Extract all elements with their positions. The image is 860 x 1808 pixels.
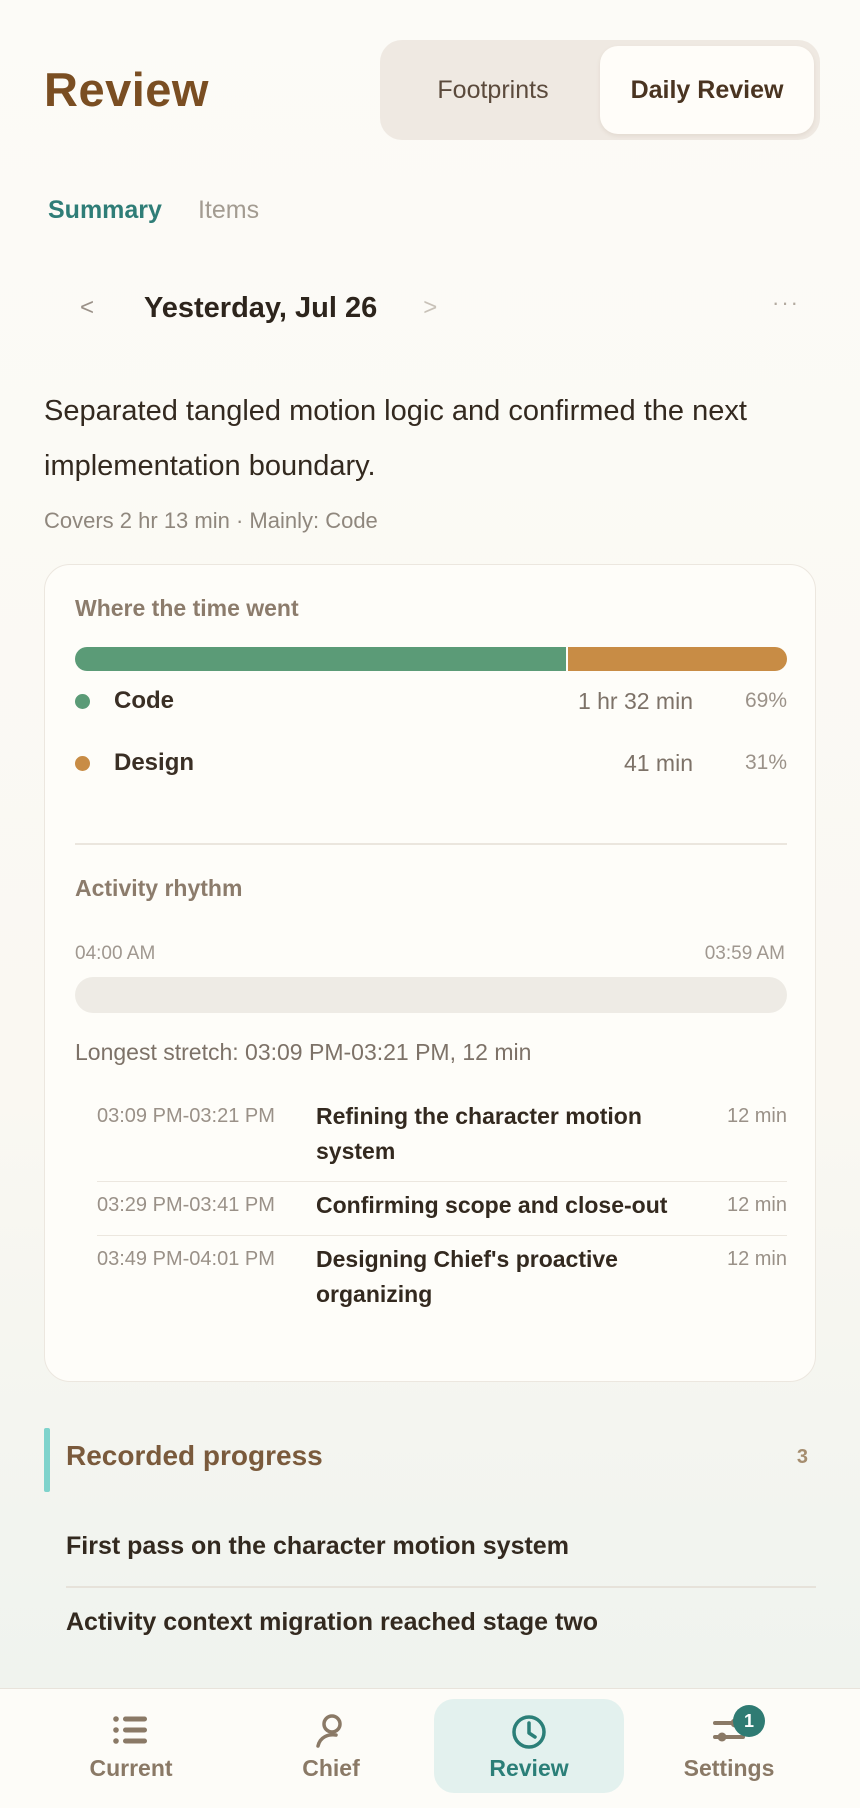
time-breakdown-card: Where the time went Code 1 hr 32 min 69%… [44, 564, 816, 1382]
subtabs: Summary Items [48, 196, 259, 225]
next-day-button[interactable]: > [423, 294, 453, 322]
session-time: 03:49 PM-04:01 PM [97, 1248, 275, 1270]
rhythm-end-time: 03:59 AM [704, 943, 785, 964]
progress-item[interactable]: Activity context migration reached stage… [66, 1608, 816, 1637]
nav-label: Chief [302, 1755, 360, 1781]
nav-label: Settings [683, 1755, 775, 1781]
header: Review Footprints Daily Review [44, 40, 820, 140]
session-time: 03:09 PM-03:21 PM [97, 1105, 275, 1127]
category-row-code: Code 1 hr 32 min 69% [75, 683, 787, 719]
more-options-icon[interactable]: ··· [772, 290, 800, 316]
time-distribution-bar [75, 647, 787, 671]
progress-count: 3 [796, 1446, 808, 1468]
time-card-heading: Where the time went [75, 595, 299, 621]
tab-summary[interactable]: Summary [48, 196, 162, 225]
category-name: Design [114, 749, 195, 776]
bar-segment-design [568, 647, 787, 671]
date-label: Yesterday, Jul 26 [144, 291, 378, 324]
nav-settings[interactable]: 1 Settings [634, 1699, 824, 1793]
category-name: Code [114, 687, 174, 714]
page-title: Review [44, 63, 209, 116]
nav-chief[interactable]: Chief [236, 1699, 426, 1793]
category-row-design: Design 41 min 31% [75, 745, 787, 781]
design-color-dot [75, 755, 90, 771]
session-row[interactable]: 03:29 PM-03:41 PM Confirming scope and c… [97, 1182, 787, 1236]
nav-label: Current [89, 1755, 173, 1781]
bottom-navigation: Current Chief Review 1 Settings [0, 1688, 860, 1808]
code-color-dot [75, 693, 90, 709]
tab-items[interactable]: Items [198, 196, 259, 225]
session-title: Confirming scope and close-out [316, 1192, 668, 1218]
session-duration: 12 min [726, 1194, 787, 1216]
category-duration: 1 hr 32 min [577, 687, 693, 714]
activity-rhythm-track [75, 977, 787, 1013]
bar-segment-code [75, 647, 567, 671]
date-navigator: < Yesterday, Jul 26 > ··· [80, 286, 800, 330]
rhythm-start-time: 04:00 AM [75, 943, 156, 964]
session-time: 03:29 PM-03:41 PM [97, 1194, 275, 1216]
list-icon [112, 1713, 150, 1751]
session-row[interactable]: 03:49 PM-04:01 PM Designing Chief's proa… [97, 1236, 787, 1324]
progress-heading: Recorded progress [66, 1440, 323, 1471]
progress-accent-bar [44, 1428, 50, 1492]
session-title: Designing Chief's proactive organizing [316, 1246, 618, 1307]
segment-footprints[interactable]: Footprints [386, 46, 600, 134]
longest-stretch: Longest stretch: 03:09 PM-03:21 PM, 12 m… [75, 1039, 532, 1065]
category-percent: 31% [744, 751, 787, 774]
session-title: Refining the character motion system [316, 1103, 642, 1164]
clock-icon [510, 1713, 548, 1751]
day-summary: Separated tangled motion logic and confi… [44, 395, 747, 482]
session-duration: 12 min [726, 1248, 787, 1270]
session-list: 03:09 PM-03:21 PM Refining the character… [97, 1093, 787, 1324]
nav-label: Review [489, 1755, 569, 1781]
card-divider [75, 843, 787, 845]
person-icon [314, 1713, 348, 1751]
previous-day-button[interactable]: < [80, 294, 110, 322]
progress-divider [66, 1586, 816, 1588]
rhythm-heading: Activity rhythm [75, 875, 243, 901]
session-duration: 12 min [726, 1105, 787, 1127]
notification-badge: 1 [733, 1705, 765, 1737]
progress-item[interactable]: First pass on the character motion syste… [66, 1532, 816, 1561]
session-row[interactable]: 03:09 PM-03:21 PM Refining the character… [97, 1093, 787, 1182]
covers-info: Covers 2 hr 13 min · Mainly: Code [44, 508, 378, 533]
segment-daily-review[interactable]: Daily Review [600, 46, 814, 134]
nav-review[interactable]: Review [434, 1699, 624, 1793]
category-duration: 41 min [623, 749, 693, 776]
category-percent: 69% [744, 689, 787, 712]
sliders-icon: 1 [711, 1705, 765, 1751]
view-switcher: Footprints Daily Review [380, 40, 820, 140]
nav-current[interactable]: Current [36, 1699, 226, 1793]
